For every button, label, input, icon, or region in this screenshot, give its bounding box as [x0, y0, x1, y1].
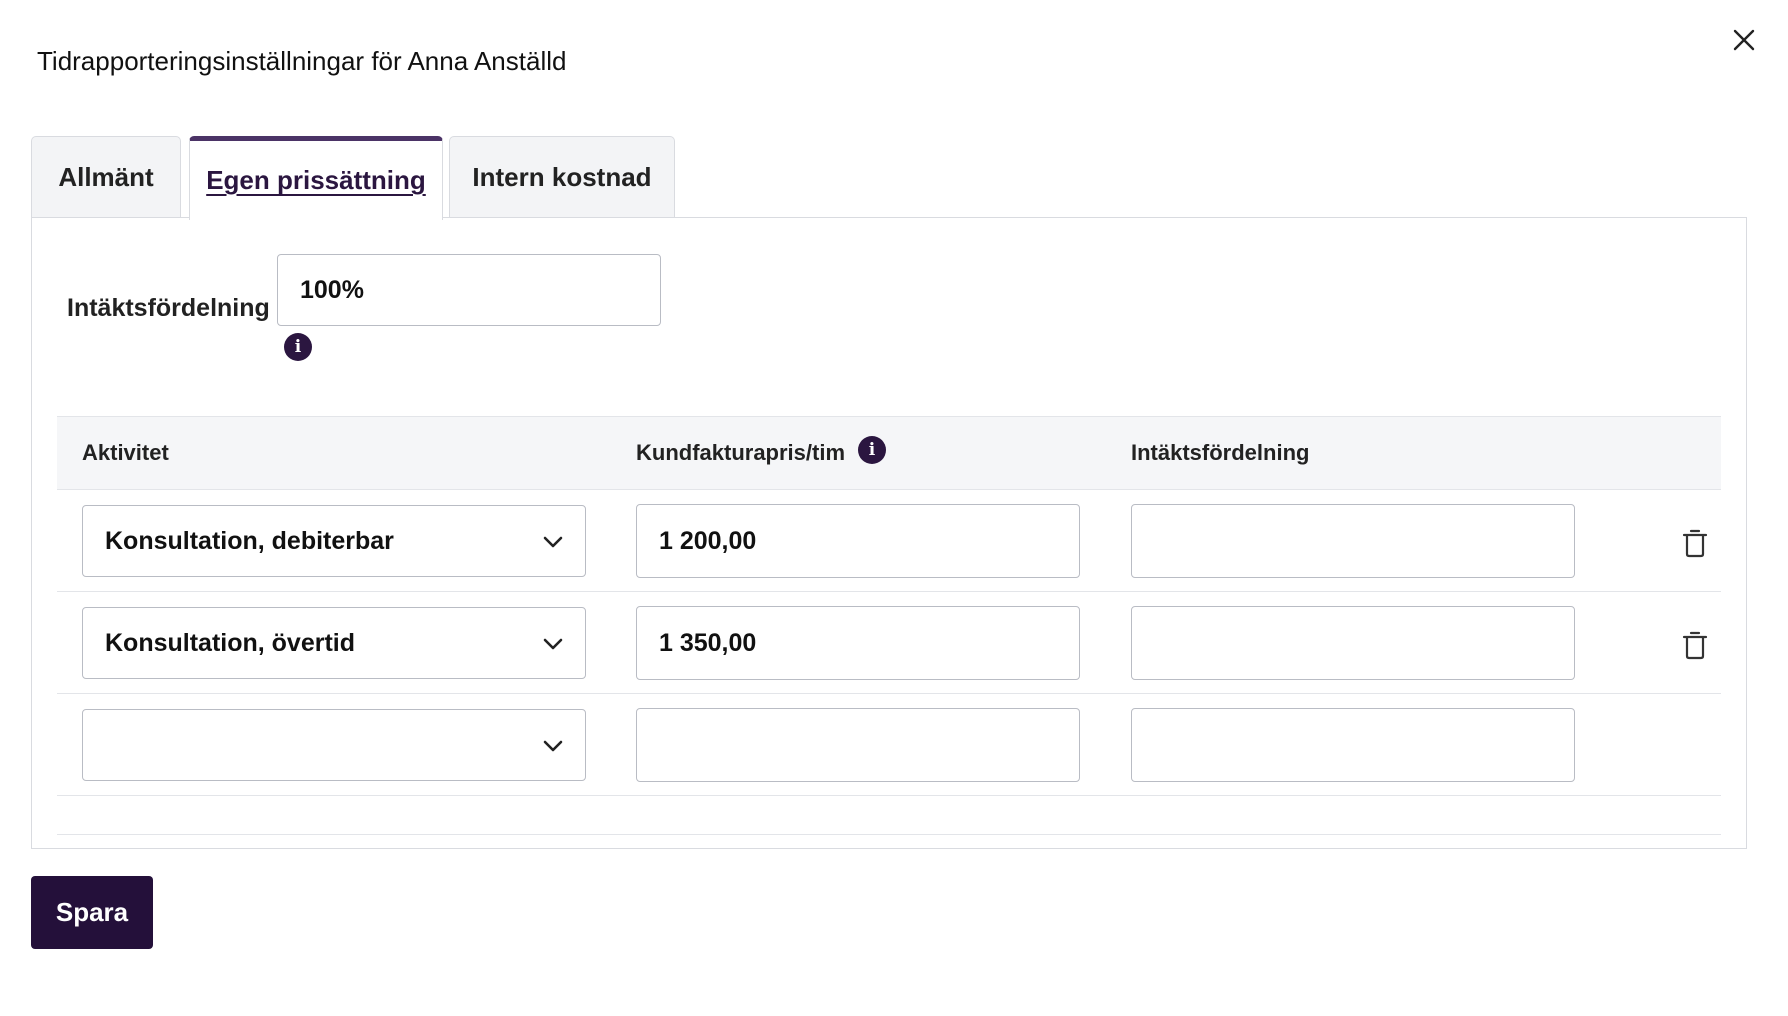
close-icon	[1733, 29, 1755, 51]
revenue-share-row-input[interactable]	[1131, 708, 1575, 782]
tab-label: Intern kostnad	[472, 162, 652, 192]
dialog-title: Tidrapporteringsinställningar för Anna A…	[37, 46, 567, 76]
chevron-down-icon	[543, 536, 563, 548]
tab-general[interactable]: Allmänt	[31, 136, 181, 218]
close-button[interactable]	[1730, 26, 1758, 54]
table-row: Konsultation, debiterbar	[57, 490, 1721, 592]
tab-label: Allmänt	[58, 162, 154, 192]
tab-internal-cost[interactable]: Intern kostnad	[449, 136, 675, 218]
tab-panel-custom-pricing: Intäktsfördelning i Aktivitet Kundfaktur…	[31, 217, 1747, 849]
table-header: Aktivitet Kundfakturapris/tim i Intäktsf…	[57, 416, 1721, 490]
save-button[interactable]: Spara	[31, 876, 153, 949]
activity-select[interactable]: Konsultation, debiterbar	[82, 505, 586, 577]
activity-select[interactable]: Konsultation, övertid	[82, 607, 586, 679]
price-input[interactable]	[636, 606, 1080, 680]
table-row	[57, 694, 1721, 796]
tab-custom-pricing[interactable]: Egen prissättning	[189, 136, 443, 220]
price-input[interactable]	[636, 504, 1080, 578]
column-header-revenue-share: Intäktsfördelning	[1131, 440, 1310, 465]
trash-icon[interactable]	[1682, 630, 1708, 660]
chevron-down-icon	[543, 740, 563, 752]
chevron-down-icon	[543, 638, 563, 650]
table-row: Konsultation, övertid	[57, 592, 1721, 694]
info-icon[interactable]: i	[284, 333, 312, 361]
column-header-price: Kundfakturapris/tim i	[636, 417, 887, 489]
column-header-activity: Aktivitet	[82, 440, 169, 465]
table-divider	[57, 834, 1721, 835]
activity-select-value: Konsultation, övertid	[105, 628, 355, 657]
tab-label: Egen prissättning	[206, 165, 426, 195]
revenue-share-row-input[interactable]	[1131, 504, 1575, 578]
revenue-share-label: Intäktsfördelning	[67, 294, 270, 322]
activity-select[interactable]	[82, 709, 586, 781]
trash-icon[interactable]	[1682, 528, 1708, 558]
revenue-share-input[interactable]	[277, 254, 661, 326]
info-icon[interactable]: i	[858, 436, 887, 464]
revenue-share-row-input[interactable]	[1131, 606, 1575, 680]
settings-dialog: Tidrapporteringsinställningar för Anna A…	[0, 0, 1788, 1016]
activity-select-value: Konsultation, debiterbar	[105, 526, 394, 555]
price-input[interactable]	[636, 708, 1080, 782]
